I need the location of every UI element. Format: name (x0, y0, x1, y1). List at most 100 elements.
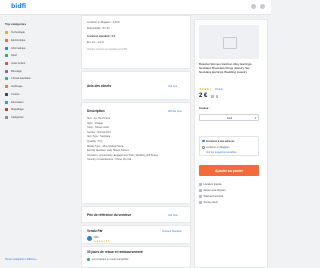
sidebar-item[interactable]: Informatique (5, 44, 31, 52)
description-line: Earring Necklace Lady Shows Stones (87, 149, 129, 153)
description-line: Item Type : Necklace (87, 135, 111, 139)
category-icon (5, 39, 8, 43)
feature-icon (199, 195, 202, 198)
category-icon (5, 46, 8, 50)
reviews-count-link[interactable]: 40 avis (215, 88, 223, 91)
purchase-panel: Buscitat Women Fashion Alloy Earrings Ne… (194, 19, 268, 268)
category-icon (5, 92, 8, 96)
delivery-option-store: Livraison en Magasin (206, 146, 230, 149)
vendor-avatar (87, 236, 92, 241)
sidebar-item[interactable]: Jouet enfant (5, 60, 31, 68)
category-sidebar: Top catégories Technologie Eléctronique In… (0, 15, 56, 268)
vendor-title: Vendu Par (87, 229, 103, 233)
description-line: Size : As The Picture (87, 117, 111, 120)
feature-label: Livraison gratuite (203, 183, 222, 186)
sidebar-item-label: Eléctronique (11, 39, 26, 43)
category-icon (5, 108, 8, 112)
sidebar-item[interactable]: Catégories (5, 114, 31, 122)
price-reference-title: Prix de référence du vendeur (87, 213, 131, 217)
sidebar-item-label: Cheval équitation (11, 77, 32, 81)
sidebar-item-label: Technologie (11, 31, 25, 35)
sidebar-item-label: Bricolage (11, 69, 22, 73)
option-label: Couleur : (199, 107, 210, 110)
description-more-link[interactable]: Afficher plus (168, 110, 182, 113)
sidebar-item-label: Maquillage (11, 108, 24, 112)
shipping-line: Livraison en Magasin : 0,00 € (87, 21, 120, 24)
sidebar-item-label: Sport (11, 54, 18, 58)
payment-icon (211, 95, 214, 98)
description-title: Description (87, 109, 105, 113)
sidebar-item[interactable]: Sport (5, 52, 31, 60)
stores-link[interactable]: Voir les magasins possibles (206, 151, 237, 154)
delivery-radio[interactable] (202, 139, 205, 142)
add-to-cart-button[interactable]: Ajouter au panier (199, 165, 259, 176)
site-logo[interactable]: bidfi (11, 3, 26, 10)
sidebar-item[interactable]: Technologie (5, 29, 31, 37)
account-icon[interactable] (251, 4, 256, 9)
shipping-line: Ent. 10 – min 8 (87, 41, 104, 44)
description-line: Style : Vintage (87, 121, 104, 125)
price-reference-link[interactable]: Voir plus (168, 214, 178, 217)
header-icons (251, 4, 265, 9)
sidebar-item[interactable]: Décoration (5, 98, 31, 106)
feature-item: Paiement sécurisé (199, 195, 223, 198)
check-icon (87, 258, 90, 261)
image-placeholder-icon (223, 37, 237, 49)
sidebar-item-label: Jardinage (11, 85, 23, 89)
store-radio[interactable] (202, 146, 205, 149)
sidebar-item-label: Jouet enfant (11, 62, 26, 66)
reviews-link[interactable]: Voir tout (168, 85, 177, 88)
feature-icon (199, 183, 202, 186)
shipping-card: Livraison en Magasin : 0,00 € Disponibil… (81, 15, 191, 69)
sidebar-item-label: Informatique (11, 46, 26, 50)
product-image[interactable] (199, 25, 259, 59)
returns-title: 30 jours de retour et remboursement (87, 250, 143, 254)
feature-icon (199, 201, 202, 204)
sidebar-item[interactable]: Bricolage (5, 67, 31, 75)
description-line: Gender : Women/Girl (87, 130, 111, 134)
reviews-title: Avis des clients (87, 84, 111, 88)
reviews-card: Avis des clients Voir tout (81, 71, 191, 100)
cart-icon[interactable] (260, 4, 265, 9)
all-categories-link[interactable]: Toutes catégories / Afficher ▸ (5, 258, 37, 261)
description-line: Quantity : Pcs (87, 140, 103, 143)
product-title: Buscitat Women Fashion Alloy Earrings Ne… (199, 62, 252, 75)
chevron-down-icon: ▾ (254, 116, 256, 121)
shipping-line: Livraison standard : 0 € (87, 35, 116, 38)
returns-card: 30 jours de retour et remboursement Comm… (81, 246, 191, 268)
category-icon (5, 69, 8, 73)
category-icon (5, 100, 8, 104)
category-icon (5, 85, 8, 89)
price-badges (211, 95, 218, 98)
feature-icon (199, 189, 202, 192)
delivery-option-title: Livraison à une adresse (206, 139, 235, 143)
vendor-card: Vendu Par Vendeur boutique FBK ★★★★☆ 4.5 (81, 225, 191, 244)
sidebar-item[interactable]: Cheval équitation (5, 75, 31, 83)
sidebar-item[interactable]: Maquillage (5, 106, 31, 114)
description-card: Description Afficher plus Size : As The … (81, 102, 191, 204)
category-icon (5, 54, 8, 58)
feature-label: Paiement sécurisé (203, 195, 224, 198)
vendor-rating: ★★★★☆ 4.5 (94, 239, 110, 243)
category-list: Technologie Eléctronique Informatique Sport… (5, 29, 31, 121)
category-icon (5, 115, 8, 119)
sidebar-item-label: Cuisine (11, 92, 20, 96)
feature-label: Service client (203, 201, 218, 204)
description-line: Color : Shown Gold (87, 126, 109, 130)
feature-item: Service client (199, 201, 218, 204)
delivery-icon (215, 95, 218, 98)
sidebar-item[interactable]: Eléctronique (5, 37, 31, 45)
vendor-link[interactable]: Vendeur boutique (162, 230, 182, 233)
sidebar-item[interactable]: Cuisine (5, 91, 31, 99)
feature-item: Retour sous 30 jours (199, 189, 226, 192)
category-icon (5, 62, 8, 66)
product-price: 2 € (199, 93, 208, 99)
rating-stars: ★★★★☆ (199, 87, 212, 91)
sidebar-item-label: Catégories (11, 115, 24, 119)
sidebar-item[interactable]: Jardinage (5, 83, 31, 91)
sidebar-item-label: Décoration (11, 100, 24, 104)
color-select[interactable]: Gold ▾ (199, 114, 259, 121)
feature-item: Livraison gratuite (199, 183, 222, 186)
description-line: Occasion : Anniversary, Engagement Party… (87, 153, 159, 157)
category-icon (5, 77, 8, 81)
